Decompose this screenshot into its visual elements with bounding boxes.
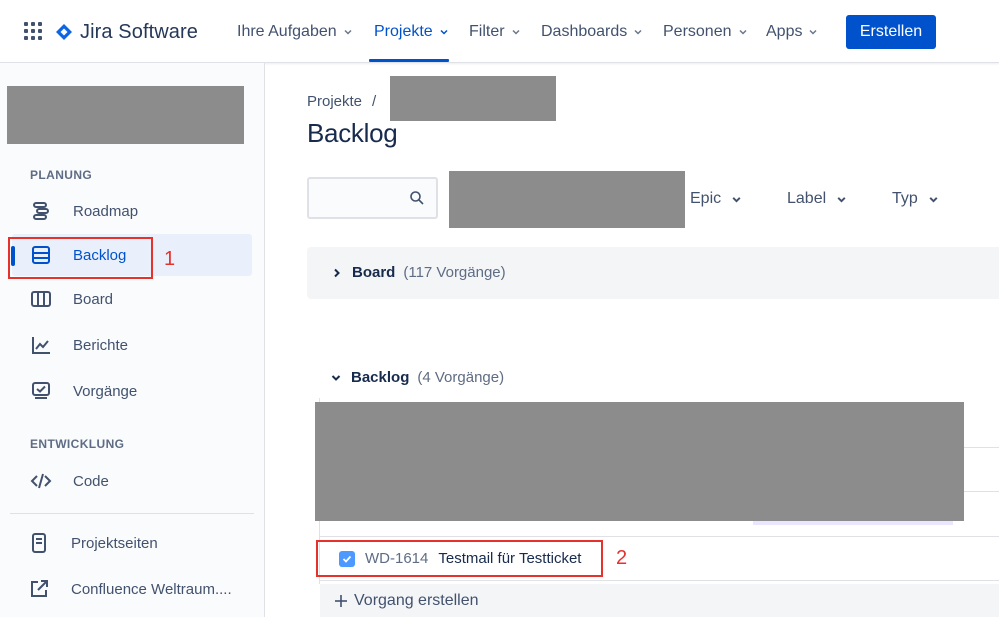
redacted-project-name (390, 76, 556, 121)
nav-label: Personen (663, 23, 732, 40)
board-icon (30, 288, 52, 310)
chevron-down-icon (809, 29, 817, 35)
section-label-development: ENTWICKLUNG (30, 437, 125, 451)
row-divider (319, 580, 999, 581)
filter-label: Label (787, 190, 827, 207)
active-nav-indicator (369, 59, 449, 62)
annotation-box-1 (8, 237, 153, 279)
breadcrumb: Projekte / (307, 93, 376, 110)
sidebar-item-label: Projektseiten (71, 534, 158, 552)
app-switcher-icon[interactable] (24, 22, 42, 40)
sidebar-item-label: Code (73, 472, 109, 490)
chevron-down-icon (512, 29, 520, 35)
issues-icon (30, 380, 52, 402)
page-title: Backlog (307, 118, 398, 148)
annotation-number-1: 1 (164, 248, 176, 270)
group-name: Backlog (351, 369, 410, 386)
label-filter-button[interactable]: Label (787, 187, 847, 211)
board-group-header[interactable]: Board (117 Vorgänge) (331, 264, 506, 281)
nav-your-work[interactable]: Ihre Aufgaben (237, 20, 353, 44)
chevron-right-icon (334, 268, 340, 277)
create-issue-label: Vorgang erstellen (354, 591, 479, 609)
filter-label: Typ (892, 190, 918, 207)
roadmap-icon (30, 200, 52, 222)
jira-diamond-icon (56, 24, 72, 40)
sidebar-item-roadmap[interactable]: Roadmap (12, 190, 252, 232)
top-navigation: Jira Software Ihre Aufgaben Projekte Fil… (0, 0, 999, 63)
sidebar-divider (10, 513, 254, 514)
sidebar-item-reports[interactable]: Berichte (12, 324, 252, 366)
sidebar-item-label: Vorgänge (73, 382, 138, 400)
sidebar-item-label: Board (73, 290, 114, 308)
nav-dashboards[interactable]: Dashboards (541, 20, 643, 44)
sidebar-item-label: Berichte (73, 336, 129, 354)
chevron-down-icon (344, 29, 352, 35)
plus-icon (335, 594, 347, 607)
annotation-box-2 (316, 540, 603, 577)
sidebar-item-label: Roadmap (73, 202, 139, 220)
search-icon (410, 191, 424, 205)
breadcrumb-separator: / (372, 93, 377, 110)
sidebar-item-issues[interactable]: Vorgänge (12, 370, 252, 412)
type-filter-button[interactable]: Typ (892, 187, 939, 211)
code-icon (30, 470, 52, 492)
sidebar-item-confluence-space[interactable]: Confluence Weltraum.... (10, 568, 250, 610)
breadcrumb-projects-link[interactable]: Projekte (307, 93, 362, 110)
chevron-down-icon (738, 29, 747, 35)
annotation-number-2: 2 (616, 547, 628, 569)
group-count: (117 Vorgänge) (403, 264, 506, 281)
chevron-down-icon (440, 29, 448, 35)
group-name: Board (352, 264, 396, 281)
backlog-group-header[interactable]: Backlog (4 Vorgänge) (330, 369, 504, 386)
nav-label: Filter (469, 23, 505, 40)
create-issue-button[interactable]: Vorgang erstellen (320, 584, 999, 617)
chevron-down-icon (837, 196, 846, 203)
nav-label: Projekte (374, 23, 433, 40)
app-name: Jira Software (80, 20, 199, 43)
redacted-filter-avatars (449, 171, 685, 228)
nav-projects[interactable]: Projekte (374, 20, 449, 44)
redacted-issue-rows (315, 402, 964, 521)
chevron-down-icon (331, 374, 341, 381)
create-button[interactable]: Erstellen (846, 15, 936, 49)
redacted-project-header (7, 86, 244, 144)
nav-label: Apps (766, 23, 803, 40)
jira-logo[interactable]: Jira Software (55, 19, 198, 45)
sidebar-item-label: Confluence Weltraum.... (71, 580, 232, 598)
page-icon (28, 532, 50, 554)
nav-label: Dashboards (541, 23, 628, 40)
section-label-planning: PLANUNG (30, 168, 93, 182)
nav-filters[interactable]: Filter (469, 20, 521, 44)
sidebar-item-project-pages[interactable]: Projektseiten (10, 522, 250, 564)
group-count: (4 Vorgänge) (417, 369, 505, 386)
nav-apps[interactable]: Apps (766, 20, 818, 44)
reports-icon (30, 334, 52, 356)
nav-label: Ihre Aufgaben (237, 23, 337, 40)
chevron-down-icon (732, 196, 741, 203)
epic-filter-button[interactable]: Epic (690, 187, 742, 211)
sidebar-item-code[interactable]: Code (12, 460, 252, 502)
filter-label: Epic (690, 190, 722, 207)
chevron-down-icon (634, 29, 642, 35)
search-input[interactable] (307, 177, 438, 219)
nav-people[interactable]: Personen (663, 20, 748, 44)
external-link-icon (28, 578, 50, 600)
chevron-down-icon (929, 196, 938, 203)
sidebar-item-board[interactable]: Board (12, 278, 252, 320)
